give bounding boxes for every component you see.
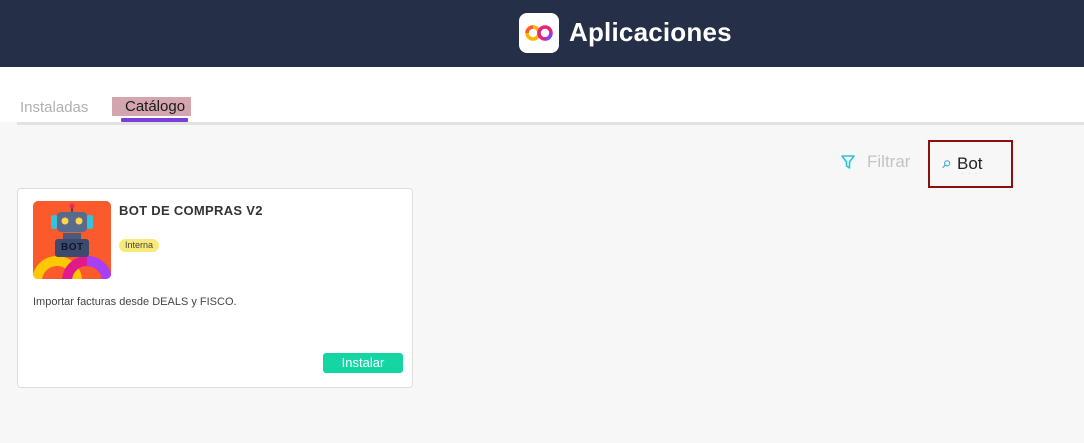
install-button[interactable]: Instalar: [323, 353, 403, 373]
app-badge: Interna: [119, 239, 160, 252]
tabs-divider: [17, 122, 1084, 125]
search-box[interactable]: [928, 140, 1013, 188]
thumbnail-text: BOT: [61, 242, 84, 253]
app-logo: [519, 13, 559, 53]
app-name: BOT DE COMPRAS V2: [119, 203, 263, 218]
tab-catalog-label[interactable]: Catálogo: [125, 98, 185, 115]
infinity-logo-icon: [525, 25, 553, 41]
filter-button[interactable]: Filtrar: [840, 150, 910, 174]
app-thumbnail: BOT: [33, 201, 111, 279]
tab-installed[interactable]: Instaladas: [20, 99, 88, 116]
search-icon: [942, 160, 951, 169]
app-card[interactable]: BOT BOT DE COMPRAS V2 Interna Importar f…: [17, 188, 413, 388]
page-title: Aplicaciones: [569, 17, 732, 47]
search-input[interactable]: [957, 154, 1011, 174]
filter-label: Filtrar: [867, 152, 911, 171]
app-description: Importar facturas desde DEALS y FISCO.: [33, 296, 237, 308]
top-bar: Aplicaciones: [0, 0, 1084, 67]
filter-funnel-icon: [841, 155, 855, 169]
robot-icon: [33, 201, 111, 279]
